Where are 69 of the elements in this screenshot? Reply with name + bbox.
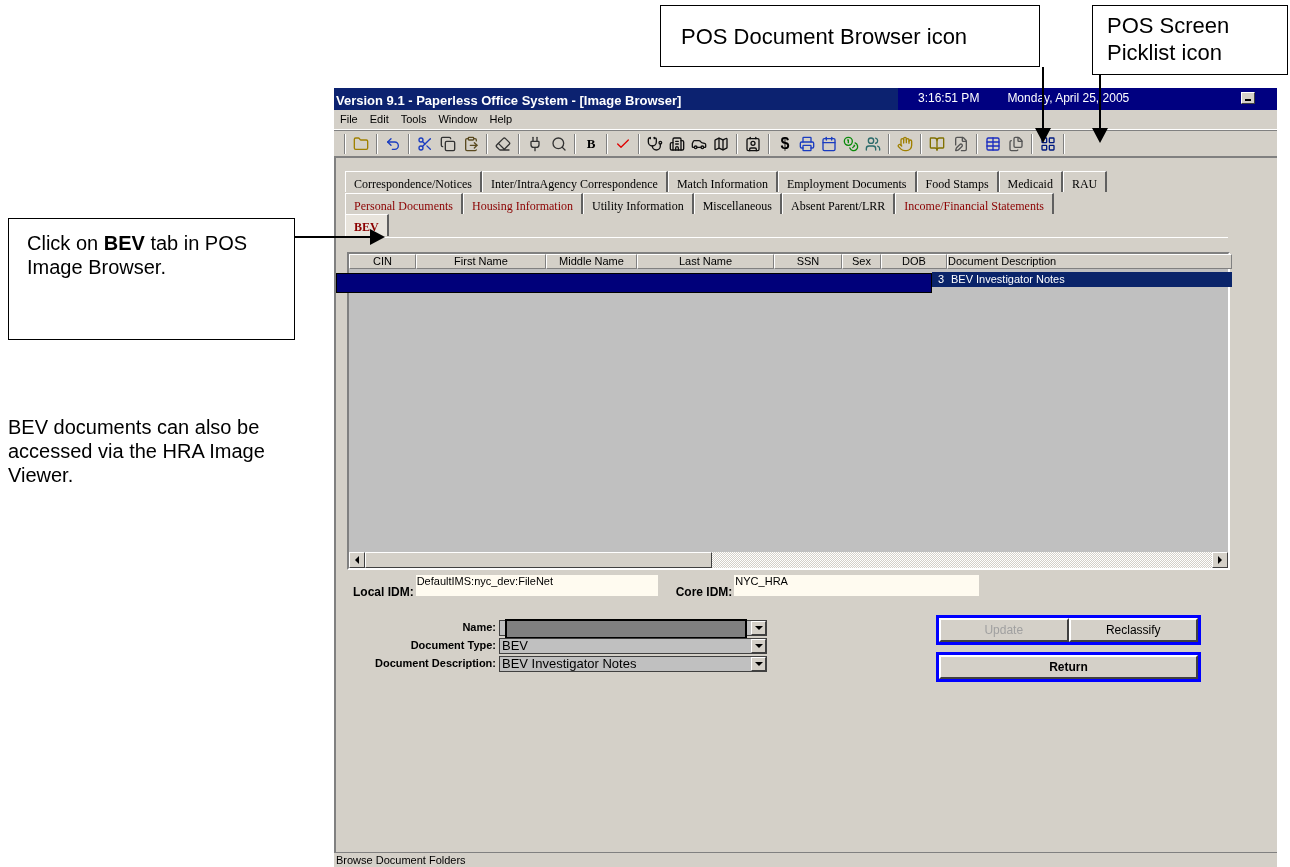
menu-item[interactable]: Help <box>489 111 513 128</box>
printer-icon[interactable] <box>798 134 816 153</box>
field-label: Core IDM: <box>675 584 733 601</box>
menu-item[interactable]: File <box>340 111 358 128</box>
action-button[interactable]: Reclassify <box>1068 618 1198 642</box>
clock-time: 3:16:51 PM <box>918 90 980 107</box>
grid-icon[interactable] <box>1039 134 1057 153</box>
eraser-icon[interactable] <box>494 134 512 153</box>
people-icon[interactable] <box>864 134 882 153</box>
column-header[interactable]: Sex <box>842 254 881 269</box>
column-header[interactable]: DOB <box>881 254 947 269</box>
callout-box: POS Document Browser icon <box>660 5 1040 67</box>
tab[interactable]: Employment Documents <box>777 171 917 192</box>
menu-item[interactable]: Tools <box>400 111 427 128</box>
building-icon[interactable] <box>668 134 686 153</box>
scissors-icon[interactable] <box>416 134 434 153</box>
field-label: Local IDM: <box>353 584 414 601</box>
field-label: Name: <box>461 620 497 636</box>
tab[interactable]: RAU <box>1062 171 1108 192</box>
status-bar: Browse Document Folders <box>334 852 1277 867</box>
paste-icon[interactable] <box>462 134 480 153</box>
column-header[interactable]: CIN <box>349 254 416 269</box>
menu-item[interactable]: Edit <box>369 111 389 128</box>
minimize-button[interactable] <box>1241 92 1255 104</box>
field-label: Document Description: <box>374 656 497 672</box>
column-header[interactable]: Last Name <box>637 254 774 269</box>
tab[interactable]: Absent Parent/LRR <box>781 193 896 214</box>
window-title: Version 9.1 - Paperless Office System - [Image Browser] <box>335 92 683 110</box>
column-header[interactable]: Middle Name <box>546 254 637 269</box>
contact-card-icon[interactable] <box>744 134 762 153</box>
column-header[interactable]: First Name <box>416 254 546 269</box>
tab[interactable]: Utility Information <box>583 193 694 214</box>
dollar-button[interactable]: $ <box>776 131 794 156</box>
column-header[interactable]: Document Description <box>947 254 1232 269</box>
horizontal-scrollbar[interactable] <box>349 552 1228 568</box>
table-cell-text: 3 <box>936 272 945 287</box>
field-label: Document Type: <box>409 638 497 654</box>
tab[interactable]: Match Information <box>667 171 778 192</box>
dropdown[interactable] <box>499 619 767 636</box>
callout-box: Click on BEV tab in POS Image Browser. <box>8 218 295 340</box>
table-row[interactable]: 3 BEV Investigator Notes <box>932 272 1232 287</box>
menu-item[interactable]: Window <box>438 111 478 128</box>
input-field[interactable]: NYC_HRA <box>734 575 980 596</box>
magnifier-icon[interactable] <box>550 134 568 153</box>
input-field[interactable]: DefaultIMS:nyc_dev:FileNet <box>415 575 658 596</box>
tab[interactable]: Housing Information <box>463 193 583 214</box>
action-button[interactable]: Return <box>939 655 1198 679</box>
table-cell-text: BEV Investigator Notes <box>950 272 1066 287</box>
tab[interactable]: Inter/IntraAgency Correspondence <box>481 171 668 192</box>
column-header[interactable]: SSN <box>774 254 842 269</box>
callout-box: POS Screen Picklist icon <box>1092 5 1288 75</box>
notepad-icon[interactable] <box>952 134 970 153</box>
note-text: BEV documents can also be accessed via the HRA Image Viewer. <box>8 415 266 487</box>
tab[interactable]: Medicaid <box>998 171 1063 192</box>
table-icon[interactable] <box>984 134 1002 153</box>
tab[interactable]: Correspondence/Notices <box>345 171 482 192</box>
tab[interactable]: Income/Financial Statements <box>895 193 1054 214</box>
coins-icon[interactable] <box>842 134 860 153</box>
tab[interactable]: Personal Documents <box>345 193 463 214</box>
bold-button[interactable]: B <box>582 133 600 154</box>
tab[interactable]: BEV <box>345 214 389 236</box>
documents-icon[interactable] <box>1007 134 1025 153</box>
stethoscope-icon[interactable] <box>646 134 664 153</box>
book-icon[interactable] <box>928 134 946 153</box>
copy-icon[interactable] <box>439 134 457 153</box>
dropdown[interactable]: BEV Investigator Notes <box>499 655 767 672</box>
calendar-icon[interactable] <box>820 134 838 153</box>
tab[interactable]: Miscellaneous <box>693 193 782 214</box>
tab[interactable]: Food Stamps <box>916 171 999 192</box>
